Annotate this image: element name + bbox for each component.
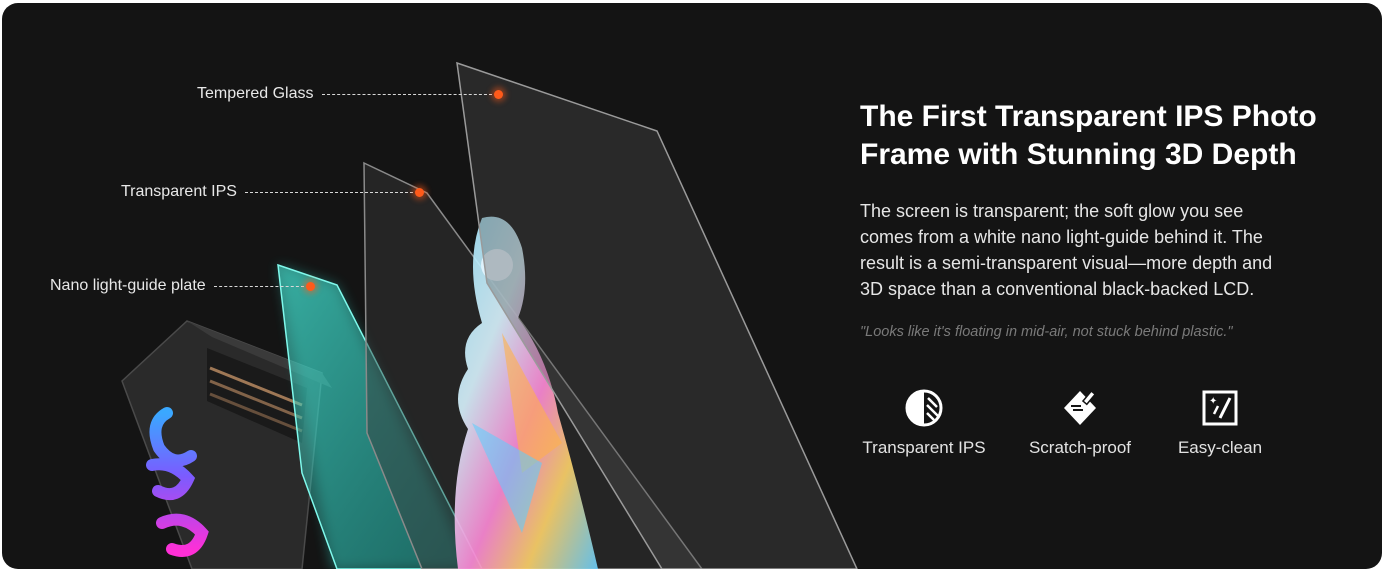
feature-label: Transparent IPS <box>862 438 986 457</box>
description: The screen is transparent; the soft glow… <box>860 198 1350 302</box>
callout-label: Transparent IPS <box>121 183 237 200</box>
description-line-2: comes from a white nano light-guide behi… <box>860 227 1263 247</box>
banner: Tempered Glass Transparent IPS Nano ligh… <box>2 3 1382 569</box>
description-line-3: result is a semi-transparent visual—more… <box>860 253 1273 273</box>
transparent-ips-icon <box>905 389 943 427</box>
headline-line-2: Frame with Stunning 3D Depth <box>860 138 1297 171</box>
leader-line <box>321 93 492 95</box>
callout-light-guide: Nano light-guide plate <box>50 277 315 295</box>
feature-label: Easy-clean <box>1177 438 1263 457</box>
callout-transparent-ips: Transparent IPS <box>121 183 424 201</box>
callout-label: Tempered Glass <box>197 85 314 102</box>
callout-label: Nano light-guide plate <box>50 277 206 294</box>
callout-tempered-glass: Tempered Glass <box>197 85 503 103</box>
leader-line <box>244 191 413 193</box>
callout-dot <box>305 281 315 291</box>
copy-block: The First Transparent IPS Photo Frame wi… <box>860 98 1350 340</box>
feature-transparent-ips: Transparent IPS <box>860 388 988 458</box>
feature-label: Scratch-proof <box>1028 438 1132 457</box>
feature-easy-clean: ✦ Easy-clean <box>1165 388 1275 458</box>
feature-list: Transparent IPS Scratch-proof ✦ Easy-cle… <box>860 388 1320 468</box>
headline-line-1: The First Transparent IPS Photo <box>860 100 1317 133</box>
callout-dot <box>414 187 424 197</box>
leader-line <box>213 285 304 287</box>
headline: The First Transparent IPS Photo Frame wi… <box>860 98 1350 174</box>
feature-scratch-proof: Scratch-proof <box>1020 388 1140 458</box>
scratch-proof-icon <box>1064 390 1097 425</box>
description-line-1: The screen is transparent; the soft glow… <box>860 201 1244 221</box>
callout-dot <box>493 89 503 99</box>
svg-text:✦: ✦ <box>1209 396 1217 407</box>
description-line-4: 3D space than a conventional black-backe… <box>860 279 1255 299</box>
easy-clean-icon: ✦ <box>1202 390 1238 426</box>
testimonial-quote: "Looks like it's floating in mid-air, no… <box>860 324 1233 340</box>
